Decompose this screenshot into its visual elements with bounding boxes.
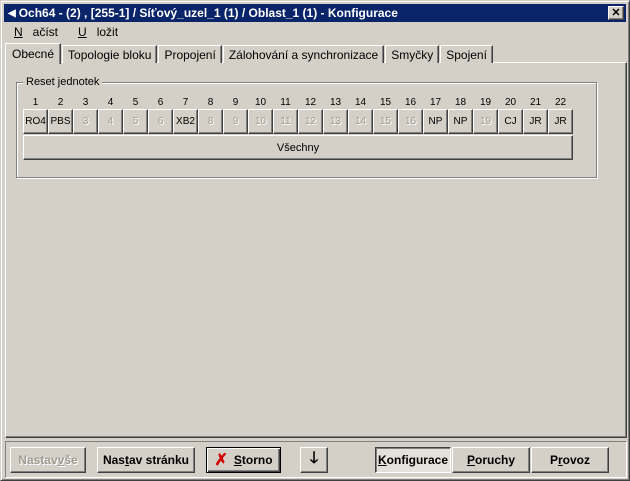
- konfigurace-button[interactable]: Konfigurace: [375, 447, 451, 473]
- unit-reset-button-19[interactable]: 19: [473, 109, 498, 134]
- nastav-vse-button[interactable]: Nastav v še: [10, 447, 86, 473]
- title-bar: ◀ Och64 - (2) , [255-1] / Síťový_uzel_1 …: [4, 4, 626, 22]
- tab-topologie-bloku[interactable]: Topologie bloku: [62, 45, 158, 63]
- unit-reset-button-2[interactable]: PBS: [48, 109, 73, 134]
- menu-nacist[interactable]: Načíst: [4, 25, 68, 39]
- unit-reset-button-8[interactable]: 8: [198, 109, 223, 134]
- unit-reset-button-5[interactable]: 5: [123, 109, 148, 134]
- unit-number-label: 6: [157, 97, 164, 108]
- poruchy-button[interactable]: Poruchy: [452, 447, 530, 473]
- unit-reset-button-14[interactable]: 14: [348, 109, 373, 134]
- down-arrow-button[interactable]: 🡓: [300, 447, 328, 473]
- unit-reset-button-4[interactable]: 4: [98, 109, 123, 134]
- unit-reset-button-17[interactable]: NP: [423, 109, 448, 134]
- unit-reset-button-11[interactable]: 11: [273, 109, 298, 134]
- unit-number-label: 12: [304, 97, 317, 108]
- tab-smycky[interactable]: Smyčky: [385, 45, 440, 63]
- tab-obecne[interactable]: Obecné: [5, 43, 62, 64]
- unit-reset-button-21[interactable]: JR: [523, 109, 548, 134]
- unit-reset-button-15[interactable]: 15: [373, 109, 398, 134]
- unit-number-label: 17: [429, 97, 442, 108]
- unit-reset-button-18[interactable]: NP: [448, 109, 473, 134]
- unit-number-label: 4: [107, 97, 114, 108]
- close-button[interactable]: ✕: [608, 6, 624, 20]
- window-title: Och64 - (2) , [255-1] / Síťový_uzel_1 (1…: [18, 6, 398, 20]
- unit-reset-button-22[interactable]: JR: [548, 109, 573, 134]
- back-arrow-icon: ◀: [8, 7, 16, 19]
- unit-number-label: 19: [479, 97, 492, 108]
- unit-number-label: 18: [454, 97, 467, 108]
- menu-bar: Načíst Uložit: [4, 23, 128, 41]
- unit-number-label: 1: [32, 97, 39, 108]
- unit-reset-button-12[interactable]: 12: [298, 109, 323, 134]
- unit-number-row: 1 2 3 4 5 6 7 8 9 10 11 12 13 14 15 16 17 18 19 20 21 22: [23, 97, 573, 108]
- tab-spojeni[interactable]: Spojení: [440, 45, 493, 63]
- tab-zalohovani[interactable]: Zálohování a synchronizace: [222, 45, 385, 63]
- storno-button[interactable]: ✗ Storno: [206, 447, 281, 473]
- unit-reset-button-13[interactable]: 13: [323, 109, 348, 134]
- unit-button-row: RO4 PBS 3 4 5 6 XB2 8 9 10 11 12 13 14 15 16 NP NP 19 CJ JR J…: [23, 109, 573, 134]
- menu-ulozit[interactable]: Uložit: [68, 25, 128, 39]
- unit-reset-button-16[interactable]: 16: [398, 109, 423, 134]
- unit-number-label: 14: [354, 97, 367, 108]
- nastav-stranku-button[interactable]: Nas t av stránku: [97, 447, 195, 473]
- unit-reset-button-6[interactable]: 6: [148, 109, 173, 134]
- main-window: ◀ Och64 - (2) , [255-1] / Síťový_uzel_1 …: [0, 0, 630, 481]
- tab-propojeni[interactable]: Propojení: [158, 45, 222, 63]
- unit-reset-button-1[interactable]: RO4: [23, 109, 48, 134]
- unit-number-label: 3: [82, 97, 89, 108]
- unit-number-label: 16: [404, 97, 417, 108]
- unit-number-label: 9: [232, 97, 239, 108]
- reset-group-label: Reset jednotek: [23, 76, 103, 88]
- cancel-x-icon: ✗: [214, 452, 228, 469]
- unit-reset-button-9[interactable]: 9: [223, 109, 248, 134]
- unit-reset-button-10[interactable]: 10: [248, 109, 273, 134]
- unit-number-label: 13: [329, 97, 342, 108]
- unit-number-label: 10: [254, 97, 267, 108]
- down-arrow-icon: 🡓: [309, 449, 319, 467]
- unit-number-label: 2: [57, 97, 64, 108]
- reset-all-button[interactable]: Všechny: [23, 135, 573, 160]
- unit-reset-button-3[interactable]: 3: [73, 109, 98, 134]
- unit-number-label: 8: [207, 97, 214, 108]
- provoz-button[interactable]: Pr ovoz: [531, 447, 609, 473]
- unit-number-label: 21: [529, 97, 542, 108]
- unit-number-label: 5: [132, 97, 139, 108]
- unit-number-label: 11: [280, 97, 291, 108]
- unit-number-label: 7: [182, 97, 189, 108]
- tab-strip: Obecné Topologie bloku Propojení Zálohov…: [5, 42, 494, 64]
- unit-number-label: 20: [504, 97, 517, 108]
- unit-reset-button-7[interactable]: XB2: [173, 109, 198, 134]
- unit-reset-button-20[interactable]: CJ: [498, 109, 523, 134]
- unit-number-label: 15: [379, 97, 392, 108]
- unit-number-label: 22: [554, 97, 567, 108]
